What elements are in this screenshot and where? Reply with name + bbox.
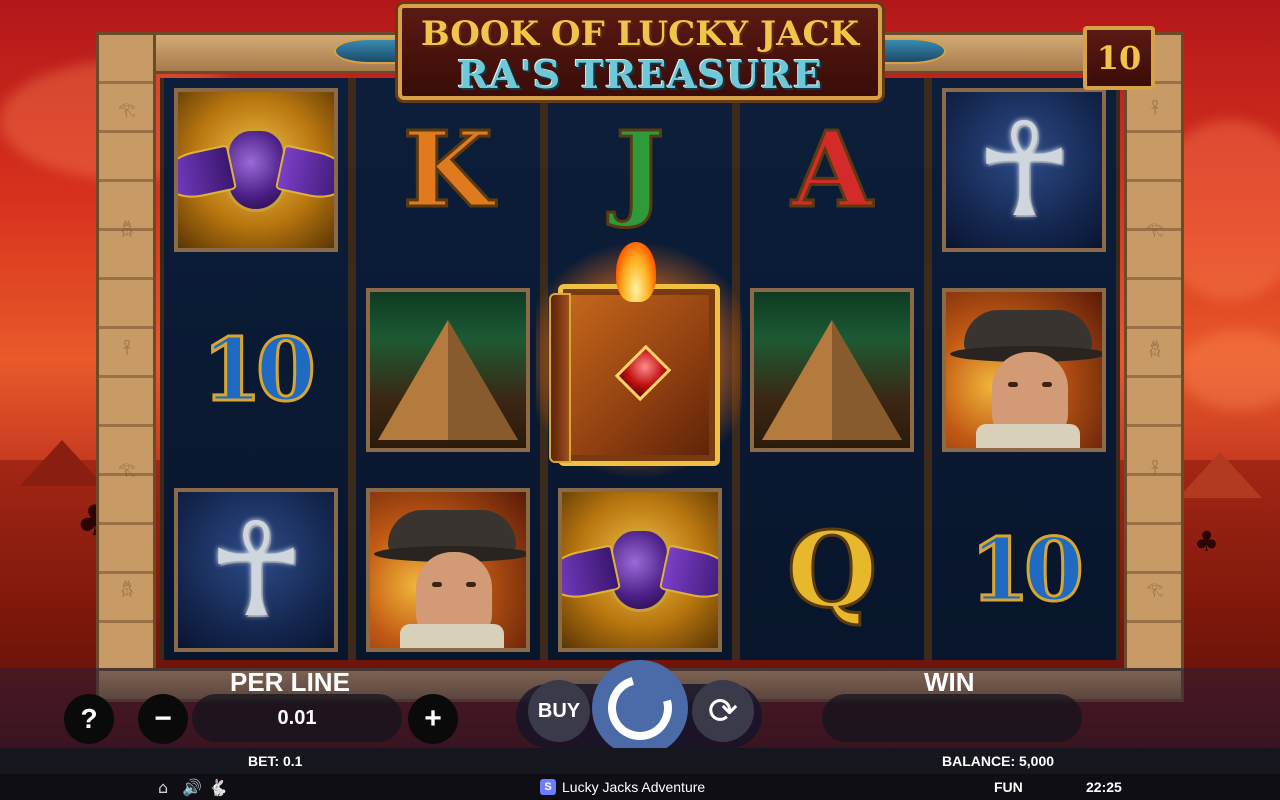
per-line-value: 0.01 (192, 694, 402, 742)
symbol-scarab (170, 80, 342, 260)
paylines-badge: 10 (1083, 26, 1155, 90)
home-icon[interactable]: ⌂ (158, 778, 168, 797)
decrease-bet-button[interactable]: − (138, 694, 188, 744)
symbol-a: A (790, 108, 874, 231)
symbol-k: K (401, 108, 494, 231)
symbol-pyramid (746, 280, 918, 460)
reel-1: 10 ☥ (160, 78, 352, 660)
spin-icon (596, 664, 684, 752)
symbol-explorer (362, 480, 534, 660)
palm-tree: ♣ (1194, 525, 1220, 558)
distant-pyramid (1178, 452, 1262, 498)
distant-pyramid (20, 440, 104, 486)
ruby-icon (614, 344, 672, 402)
symbol-explorer (938, 280, 1110, 460)
autoplay-icon: ⟳ (707, 690, 739, 732)
symbol-ten: 10 (969, 518, 1086, 622)
symbol-ankh: ☥ (938, 80, 1110, 260)
symbol-pyramid (362, 280, 534, 460)
buy-feature-button[interactable]: BUY (528, 680, 590, 742)
symbol-scarab (554, 480, 726, 660)
increase-bet-button[interactable]: + (408, 694, 458, 744)
info-bar (0, 748, 1280, 774)
symbol-j: J (614, 108, 666, 231)
game-logo: BOOK OF LUCKY JACK RA'S TREASURE (398, 4, 882, 100)
help-button[interactable]: ? (64, 694, 114, 744)
logo-line-1: BOOK OF LUCKY JACK (420, 14, 860, 54)
right-pillar: 𓋹 𓂀 𓆣 𓋹 𓂀 (1124, 32, 1184, 702)
symbol-ankh: ☥ (170, 480, 342, 660)
spin-button[interactable] (592, 660, 688, 756)
game-name: Lucky Jacks Adventure (562, 779, 706, 795)
book-icon (549, 284, 720, 466)
logo-line-2: RA'S TREASURE (457, 52, 823, 97)
balance-display: BALANCE: 5,000 (942, 753, 1055, 769)
winged-emblem-right (876, 38, 946, 64)
reel-2: K (352, 78, 544, 660)
symbol-q: Q (785, 508, 879, 631)
winged-emblem-left (334, 38, 404, 64)
reel-5: ☥ 10 (928, 78, 1120, 660)
win-value (822, 694, 1082, 742)
symbol-ten: 10 (201, 318, 318, 422)
reel-4: A Q (736, 78, 928, 660)
bet-display: BET: 0.1 (248, 753, 303, 769)
left-pillar: 𓂀 𓆣 𓋹 𓂀 𓆣 (96, 32, 156, 702)
clock: 22:25 (1086, 779, 1122, 795)
sound-icon[interactable]: 🔊 (182, 778, 202, 797)
brand-logo-icon: S (540, 779, 556, 795)
flame-icon (616, 242, 656, 302)
symbol-book-wild (536, 240, 742, 480)
turbo-icon[interactable]: 🐇 (208, 778, 228, 797)
autoplay-button[interactable]: ⟳ (692, 680, 754, 742)
mode-indicator: FUN (994, 779, 1023, 795)
